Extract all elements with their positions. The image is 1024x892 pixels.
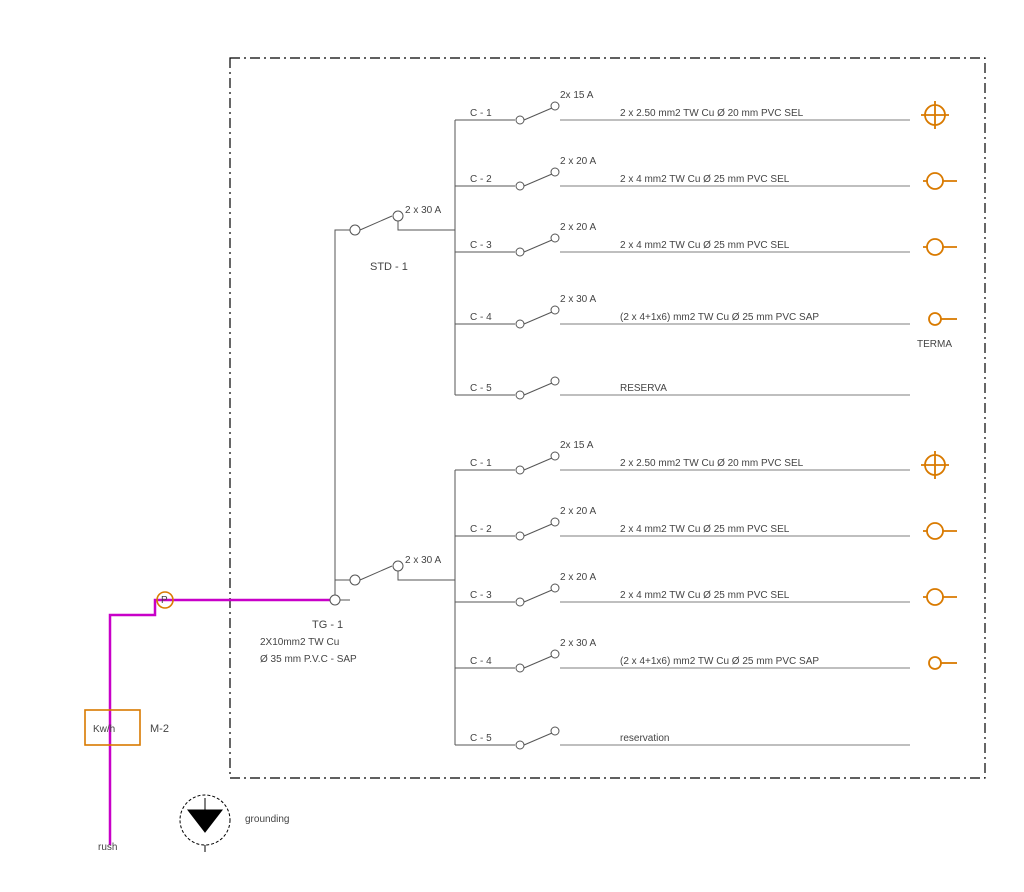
std-breaker (360, 216, 392, 230)
ground-icon (180, 795, 230, 852)
cable-spec: reservation (620, 733, 669, 744)
circuit-rating: 2x 15 A (560, 440, 594, 451)
cable-spec: (2 x 4+1x6) mm2 TW Cu Ø 25 mm PVC SAP (620, 656, 819, 667)
tg-name: TG - 1 (312, 619, 343, 631)
main-breaker-label: 2 x 30 A (405, 555, 441, 566)
tg-spec2: Ø 35 mm P.V.C - SAP (260, 654, 357, 665)
cable-spec: 2 x 4 mm2 TW Cu Ø 25 mm PVC SEL (620, 524, 790, 535)
circuit-node (516, 598, 524, 606)
tg-node (330, 595, 340, 605)
outlet-icon (923, 239, 957, 255)
main-in-node (350, 575, 360, 585)
main-out-node (393, 561, 403, 571)
circuit-rating: 2 x 20 A (560, 506, 596, 517)
circuit-rating: 2 x 30 A (560, 638, 596, 649)
circuit-node (516, 391, 524, 399)
outlet-icon (923, 523, 957, 539)
meter-id: M-2 (150, 723, 169, 735)
panel-border (230, 58, 985, 778)
circuit-id: C - 3 (470, 590, 492, 601)
circuit-node (516, 741, 524, 749)
std-breaker-label: 2 x 30 A (405, 205, 441, 216)
icon-label: TERMA (917, 339, 952, 350)
circuit-id: C - 2 (470, 174, 492, 185)
circuit-id: C - 4 (470, 656, 492, 667)
circuit-node (516, 182, 524, 190)
cable-spec: RESERVA (620, 383, 667, 394)
cable-spec: 2 x 4 mm2 TW Cu Ø 25 mm PVC SEL (620, 590, 790, 601)
cable-spec: (2 x 4+1x6) mm2 TW Cu Ø 25 mm PVC SAP (620, 312, 819, 323)
circuit-id: C - 5 (470, 383, 492, 394)
std-in-node (350, 225, 360, 235)
light-icon (921, 101, 949, 129)
circuit-node (516, 532, 524, 540)
outlet-icon (923, 589, 957, 605)
circuit-id: C - 2 (470, 524, 492, 535)
riser (335, 230, 350, 595)
circuit-rating: 2 x 20 A (560, 156, 596, 167)
circuit-rating: 2 x 30 A (560, 294, 596, 305)
circuit-rating: 2 x 20 A (560, 222, 596, 233)
std-out-node (393, 211, 403, 221)
outlet-icon (923, 173, 957, 189)
cable-spec: 2 x 2.50 mm2 TW Cu Ø 20 mm PVC SEL (620, 458, 804, 469)
main-bus (398, 470, 455, 745)
heater-icon: TERMA (917, 313, 957, 350)
tg-spec1: 2X10mm2 TW Cu (260, 637, 339, 648)
circuit-node (516, 320, 524, 328)
circuit-node (516, 664, 524, 672)
circuit-rating: 2x 15 A (560, 90, 594, 101)
cable-spec: 2 x 4 mm2 TW Cu Ø 25 mm PVC SEL (620, 240, 790, 251)
circuit-node (516, 248, 524, 256)
circuit-rating: 2 x 20 A (560, 572, 596, 583)
heater-icon (929, 657, 957, 669)
main-breaker (360, 566, 392, 580)
std-name: STD - 1 (370, 261, 408, 273)
cable-spec: 2 x 4 mm2 TW Cu Ø 25 mm PVC SEL (620, 174, 790, 185)
meter-label: Kw/h (93, 724, 115, 735)
circuit-id: C - 3 (470, 240, 492, 251)
ground-label: grounding (245, 814, 289, 825)
feeder-label: rush (98, 842, 117, 853)
circuit-node (516, 116, 524, 124)
cable-spec: 2 x 2.50 mm2 TW Cu Ø 20 mm PVC SEL (620, 108, 804, 119)
circuit-node (516, 466, 524, 474)
circuit-group-std: C - 1 2x 15 A 2 x 2.50 mm2 TW Cu Ø 20 mm P… (455, 90, 957, 399)
circuit-id: C - 4 (470, 312, 492, 323)
circuit-id: C - 1 (470, 108, 492, 119)
circuit-group-main: C - 1 2x 15 A 2 x 2.50 mm2 TW Cu Ø 20 mm P… (455, 440, 957, 749)
circuit-id: C - 1 (470, 458, 492, 469)
rcd-label: P (161, 595, 168, 606)
light-icon (921, 451, 949, 479)
circuit-id: C - 5 (470, 733, 492, 744)
std-bus (398, 120, 455, 395)
